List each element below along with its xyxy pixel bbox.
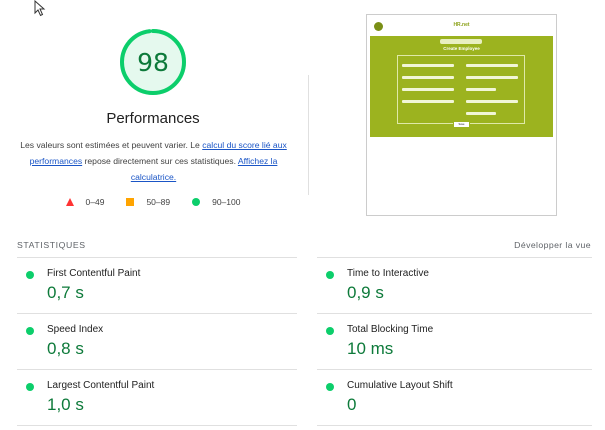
gauge-title: Performances xyxy=(106,110,200,127)
thumbnail-field xyxy=(466,64,518,67)
legend-item-average: 50–89 xyxy=(126,197,170,207)
thumbnail-page-title: Create Employee xyxy=(443,46,480,51)
description-text: Les valeurs sont estimées et peuvent var… xyxy=(20,140,203,150)
pass-circle-icon xyxy=(26,383,34,391)
score-description: Les valeurs sont estimées et peuvent var… xyxy=(15,137,292,185)
pass-circle-icon xyxy=(26,327,34,335)
vertical-divider xyxy=(308,75,309,195)
metric-value: 0,9 s xyxy=(347,283,384,302)
thumbnail-field xyxy=(402,76,454,79)
metric-value: 0,8 s xyxy=(47,339,84,358)
red-triangle-icon xyxy=(65,198,74,206)
thumbnail-save-button: Save xyxy=(453,121,470,128)
pass-circle-icon xyxy=(326,327,334,335)
statistics-heading: STATISTIQUES xyxy=(17,240,86,250)
divider xyxy=(17,257,297,258)
metric-value: 0,7 s xyxy=(47,283,84,302)
pass-circle-icon xyxy=(326,271,334,279)
divider xyxy=(17,313,297,314)
pass-circle-icon xyxy=(326,383,334,391)
divider xyxy=(317,425,592,426)
thumbnail-field xyxy=(466,88,496,91)
metric-name: Total Blocking Time xyxy=(347,324,434,335)
thumbnail-site-title: HR.net xyxy=(453,22,470,28)
legend-item-pass: 90–100 xyxy=(192,197,240,207)
orange-square-icon xyxy=(126,198,135,206)
thumbnail-nav-pill xyxy=(440,39,482,44)
divider xyxy=(317,369,592,370)
score-legend: 0–49 50–89 90–100 xyxy=(0,197,306,207)
metric-name: First Contentful Paint xyxy=(47,268,141,279)
metric-name: Cumulative Layout Shift xyxy=(347,380,453,391)
metric-value: 10 ms xyxy=(347,339,394,358)
thumbnail-field xyxy=(466,100,518,103)
green-circle-icon xyxy=(192,198,201,206)
thumbnail-field xyxy=(466,112,496,115)
pass-circle-icon xyxy=(26,271,34,279)
thumbnail-field xyxy=(466,76,518,79)
metric-value: 1,0 s xyxy=(47,395,84,414)
divider xyxy=(17,425,297,426)
metric-name: Time to Interactive xyxy=(347,268,429,279)
thumbnail-form xyxy=(397,55,525,124)
metric-name: Largest Contentful Paint xyxy=(47,380,155,391)
legend-range: 90–100 xyxy=(212,197,241,207)
divider xyxy=(317,313,592,314)
legend-item-fail: 0–49 xyxy=(65,197,105,207)
thumbnail-field xyxy=(402,88,454,91)
metric-name: Speed Index xyxy=(47,324,104,335)
thumbnail-field xyxy=(402,100,454,103)
performance-score: 98 xyxy=(137,47,169,77)
description-text-2: repose directement sur ces statistiques. xyxy=(82,156,238,166)
expand-view-toggle[interactable]: Développer la vue xyxy=(514,240,591,250)
legend-range: 0–49 xyxy=(85,197,105,207)
metric-value: 0 xyxy=(347,395,357,414)
divider xyxy=(17,369,297,370)
thumbnail-field xyxy=(402,64,454,67)
mouse-cursor-icon xyxy=(34,0,46,17)
divider xyxy=(317,257,592,258)
final-screenshot-thumbnail[interactable]: HR.net Create Employee Save xyxy=(366,14,557,216)
legend-range: 50–89 xyxy=(146,197,171,207)
